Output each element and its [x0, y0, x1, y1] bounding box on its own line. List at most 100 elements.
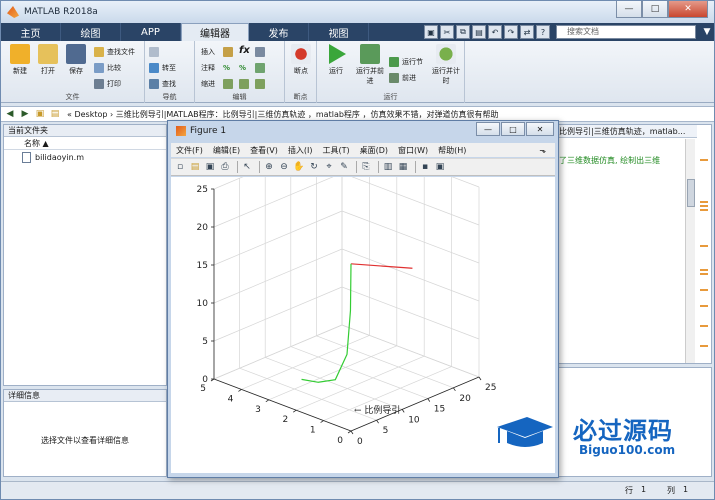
scrollbar-thumb[interactable] [687, 179, 695, 207]
back-forward-button[interactable] [149, 45, 162, 58]
breakpoints-label: 断点 [294, 67, 308, 75]
help-icon[interactable]: ? [536, 25, 550, 39]
quick-cut-icon[interactable]: ✂ [440, 25, 454, 39]
data-cursor-icon[interactable]: ⌖ [323, 161, 335, 173]
find-files-button[interactable]: 查找文件 [94, 45, 135, 58]
print-button[interactable]: 打印 [94, 77, 121, 90]
compare-button[interactable]: 比较 [94, 61, 121, 74]
tab-publish[interactable]: 发布 [249, 23, 309, 41]
warning-mark[interactable] [700, 289, 708, 291]
indent-button[interactable]: 缩进 [201, 77, 215, 90]
print-figure-icon[interactable]: ⎙ [219, 161, 231, 173]
tab-editor[interactable]: 编辑器 [181, 23, 249, 41]
open-figure-icon[interactable]: ▤ [189, 161, 201, 173]
menu-desktop[interactable]: 桌面(D) [360, 145, 388, 156]
menu-help[interactable]: 帮助(H) [438, 145, 466, 156]
insert-button[interactable]: 插入 [201, 45, 215, 58]
quick-save-icon[interactable]: ▣ [424, 25, 438, 39]
print-label: 打印 [107, 79, 121, 88]
run-advance-button[interactable]: 运行并前进 [355, 44, 385, 86]
hide-plot-tools-icon[interactable]: ▪ [419, 161, 431, 173]
quick-paste-icon[interactable]: ▤ [472, 25, 486, 39]
quick-undo-icon[interactable]: ↶ [488, 25, 502, 39]
breakpoints-button[interactable]: 断点 [288, 44, 314, 76]
comment-button[interactable]: 注释 [201, 61, 215, 74]
percent-comment-icon[interactable]: % [223, 61, 230, 74]
warning-mark[interactable] [700, 209, 708, 211]
current-path[interactable]: « Desktop › 三维比例导引|MATLAB程序：比例导引|三维仿真轨迹 … [67, 109, 498, 120]
maximize-button[interactable]: □ [642, 1, 668, 18]
dock-arrow-icon[interactable]: ⬎ [539, 146, 546, 155]
warning-mark[interactable] [700, 305, 708, 307]
legend-icon[interactable]: ▦ [397, 161, 409, 173]
warning-mark[interactable] [700, 345, 708, 347]
new-figure-icon[interactable]: ▫ [174, 161, 186, 173]
fx-icon[interactable]: fx [239, 44, 250, 57]
quick-switch-icon[interactable]: ⇄ [520, 25, 534, 39]
tab-view[interactable]: 视图 [309, 23, 369, 41]
menu-tools[interactable]: 工具(T) [322, 145, 349, 156]
figure-minimize-button[interactable]: — [476, 122, 500, 136]
file-row[interactable]: bilidaoyin.m [4, 150, 166, 164]
link-plot-icon[interactable]: ⎘ [360, 161, 372, 173]
close-button[interactable]: ✕ [668, 1, 708, 18]
new-button[interactable]: 新建 [7, 44, 33, 76]
colorbar-icon[interactable]: ▥ [382, 161, 394, 173]
uncomment-icon[interactable]: % [239, 61, 246, 74]
warning-mark[interactable] [700, 159, 708, 161]
rotate-3d-icon[interactable]: ↻ [308, 161, 320, 173]
up-folder-icon[interactable]: ▣ [34, 108, 46, 120]
figure-maximize-button[interactable]: □ [501, 122, 525, 136]
insert-section-icon[interactable] [223, 45, 236, 58]
tab-plots[interactable]: 绘图 [61, 23, 121, 41]
current-folder-title: 当前文件夹 [4, 125, 166, 137]
quick-redo-icon[interactable]: ↷ [504, 25, 518, 39]
menu-file[interactable]: 文件(F) [176, 145, 203, 156]
warning-mark[interactable] [700, 245, 708, 247]
browse-folder-icon[interactable]: ▤ [49, 108, 61, 120]
menu-window[interactable]: 窗口(W) [398, 145, 428, 156]
tab-home[interactable]: 主页 [1, 23, 61, 41]
pan-icon[interactable]: ✋ [293, 161, 305, 173]
increase-indent-icon[interactable] [239, 77, 252, 90]
editor-scrollbar[interactable] [685, 139, 695, 363]
goto-button[interactable]: 转至 [149, 61, 176, 74]
minimize-button[interactable]: — [616, 1, 642, 18]
warning-mark[interactable] [700, 201, 708, 203]
comment-label: 注释 [201, 63, 215, 72]
warning-mark[interactable] [700, 205, 708, 207]
menu-edit[interactable]: 编辑(E) [213, 145, 240, 156]
editor-file-tab[interactable]: 比例导引|三维仿真轨迹，matlab... [557, 125, 697, 138]
show-plot-tools-icon[interactable]: ▣ [434, 161, 446, 173]
advance-button[interactable]: 前进 [389, 71, 416, 84]
figure-close-button[interactable]: ✕ [526, 122, 554, 136]
warning-mark[interactable] [700, 273, 708, 275]
menu-view[interactable]: 查看(V) [250, 145, 278, 156]
find-button[interactable]: 查找 [149, 77, 176, 90]
name-column-header[interactable]: 名称 ▲ [4, 137, 166, 150]
smart-indent-icon[interactable] [223, 77, 236, 90]
brush-icon[interactable]: ✎ [338, 161, 350, 173]
search-input[interactable]: 搜索文档 [556, 25, 696, 39]
wrap-comment-icon[interactable] [255, 61, 268, 74]
open-button[interactable]: 打开 [35, 44, 61, 76]
save-button[interactable]: 保存 [63, 44, 89, 76]
warning-mark[interactable] [700, 269, 708, 271]
warning-mark[interactable] [700, 325, 708, 327]
edit-plot-icon[interactable]: ↖ [241, 161, 253, 173]
zoom-in-icon[interactable]: ⊕ [263, 161, 275, 173]
zoom-out-icon[interactable]: ⊖ [278, 161, 290, 173]
insert-function-icon[interactable] [255, 45, 268, 58]
tab-apps[interactable]: APP [121, 23, 181, 41]
run-time-button[interactable]: 运行并计时 [431, 44, 461, 86]
filter-icon[interactable]: ▼ [700, 25, 714, 39]
save-figure-icon[interactable]: ▣ [204, 161, 216, 173]
print-icon [94, 78, 104, 89]
quick-copy-icon[interactable]: ⧉ [456, 25, 470, 39]
forward-arrow-icon[interactable]: ▶ [19, 108, 31, 120]
run-button[interactable]: 运行 [323, 44, 349, 76]
back-arrow-icon[interactable]: ◀ [4, 108, 16, 120]
decrease-indent-icon[interactable] [255, 77, 268, 90]
menu-insert[interactable]: 插入(I) [288, 145, 313, 156]
run-section-button[interactable]: 运行节 [389, 55, 423, 68]
